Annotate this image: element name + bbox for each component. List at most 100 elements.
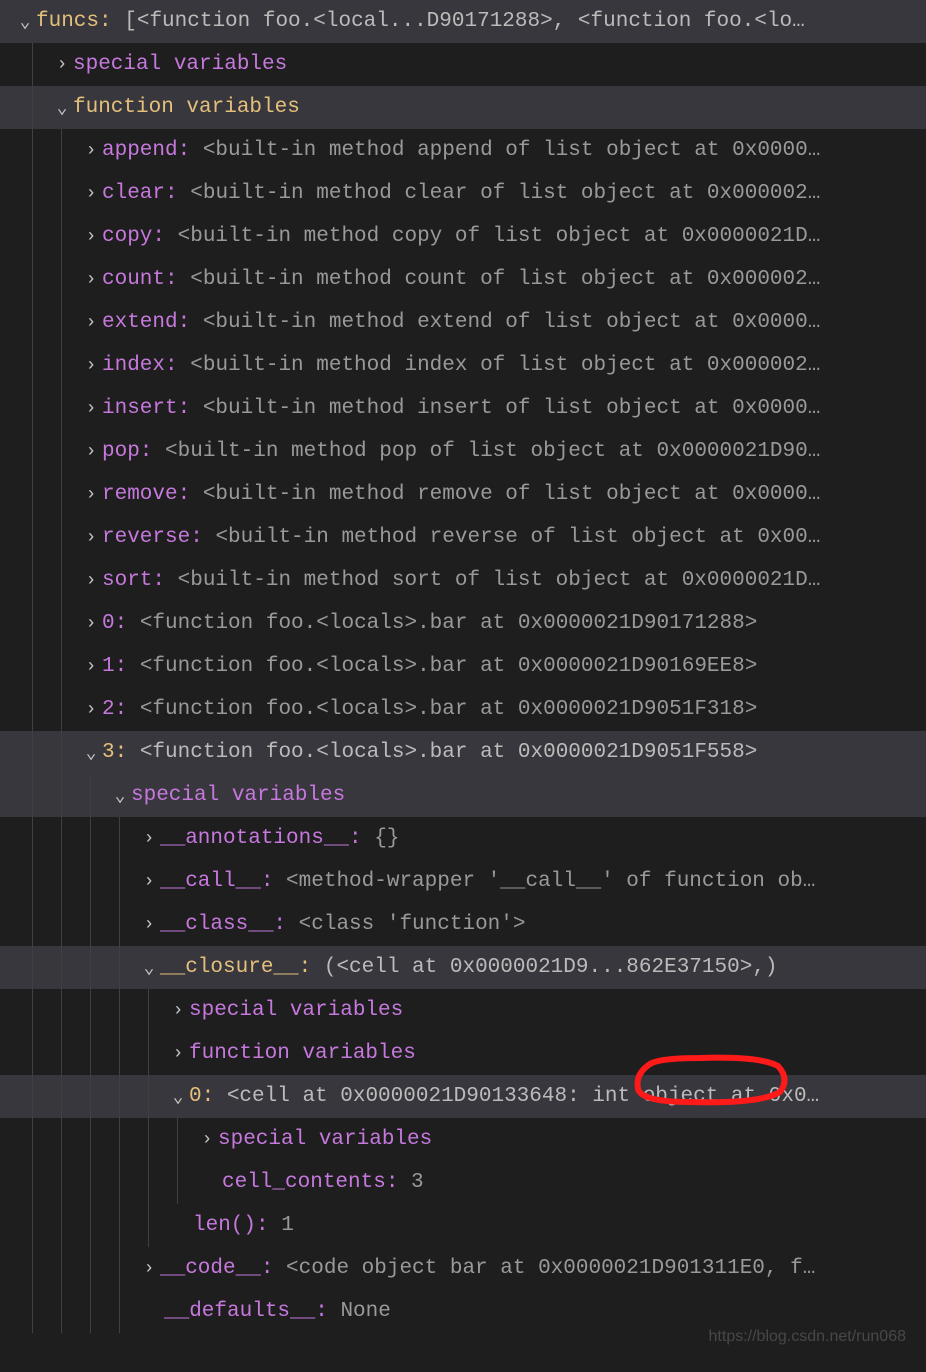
var-key: 0:	[189, 1085, 214, 1108]
var-key: extend:	[102, 311, 190, 334]
var-value: [<function foo.<local...D90171288>, <fun…	[124, 10, 805, 33]
var-method[interactable]: ›remove: <built-in method remove of list…	[0, 473, 926, 516]
chevron-right-icon: ›	[80, 227, 102, 247]
var-value: <built-in method clear of list object at…	[190, 182, 820, 205]
chevron-down-icon: ⌄	[80, 742, 102, 764]
var-cell-0[interactable]: ⌄ 0: <cell at 0x0000021D90133648: int ob…	[0, 1075, 926, 1118]
var-value: <function foo.<locals>.bar at 0x0000021D…	[140, 655, 758, 678]
var-value: <class 'function'>	[299, 913, 526, 936]
label: special variables	[73, 53, 287, 76]
var-key: __annotations__:	[160, 827, 362, 850]
chevron-down-icon: ⌄	[14, 11, 36, 33]
var-code[interactable]: › __code__: <code object bar at 0x000002…	[0, 1247, 926, 1290]
var-key: sort:	[102, 569, 165, 592]
node-special-variables[interactable]: › special variables	[0, 1118, 926, 1161]
chevron-right-icon: ›	[80, 141, 102, 161]
node-special-variables[interactable]: ⌄ special variables	[0, 774, 926, 817]
chevron-right-icon: ›	[138, 829, 160, 849]
var-method[interactable]: ›sort: <built-in method sort of list obj…	[0, 559, 926, 602]
var-method[interactable]: ›extend: <built-in method extend of list…	[0, 301, 926, 344]
chevron-right-icon: ›	[80, 442, 102, 462]
var-method[interactable]: ›clear: <built-in method clear of list o…	[0, 172, 926, 215]
chevron-right-icon: ›	[80, 528, 102, 548]
var-key: reverse:	[102, 526, 203, 549]
var-value: 3	[411, 1171, 424, 1194]
var-key: 3:	[102, 741, 127, 764]
var-value: <function foo.<locals>.bar at 0x0000021D…	[140, 741, 758, 764]
var-method[interactable]: ›copy: <built-in method copy of list obj…	[0, 215, 926, 258]
var-value: <built-in method index of list object at…	[190, 354, 820, 377]
var-key: cell_contents:	[222, 1171, 398, 1194]
var-value: {}	[374, 827, 399, 850]
var-call[interactable]: › __call__: <method-wrapper '__call__' o…	[0, 860, 926, 903]
var-value: <built-in method extend of list object a…	[203, 311, 821, 334]
var-item[interactable]: ›2: <function foo.<locals>.bar at 0x0000…	[0, 688, 926, 731]
var-value: <built-in method sort of list object at …	[178, 569, 821, 592]
var-key: __call__:	[160, 870, 273, 893]
node-function-variables[interactable]: ⌄ function variables	[0, 86, 926, 129]
var-key: __code__:	[160, 1257, 273, 1280]
chevron-down-icon: ⌄	[167, 1086, 189, 1108]
var-method[interactable]: ›count: <built-in method count of list o…	[0, 258, 926, 301]
var-key: insert:	[102, 397, 190, 420]
var-value: <function foo.<locals>.bar at 0x0000021D…	[140, 698, 758, 721]
var-method[interactable]: ›reverse: <built-in method reverse of li…	[0, 516, 926, 559]
var-key: pop:	[102, 440, 152, 463]
var-defaults[interactable]: __defaults__: None	[0, 1290, 926, 1333]
var-closure[interactable]: ⌄ __closure__: (<cell at 0x0000021D9...8…	[0, 946, 926, 989]
var-key: funcs:	[36, 10, 112, 33]
var-key: 0:	[102, 612, 127, 635]
chevron-down-icon: ⌄	[51, 97, 73, 119]
var-value: (<cell at 0x0000021D9...862E37150>,)	[324, 956, 778, 979]
var-key: __defaults__:	[164, 1300, 328, 1323]
var-key: len():	[193, 1214, 269, 1237]
var-funcs[interactable]: ⌄ funcs: [<function foo.<local...D901712…	[0, 0, 926, 43]
var-value: <built-in method remove of list object a…	[203, 483, 821, 506]
chevron-down-icon: ⌄	[109, 785, 131, 807]
chevron-right-icon: ›	[138, 872, 160, 892]
var-key: 1:	[102, 655, 127, 678]
var-value: <built-in method count of list object at…	[190, 268, 820, 291]
var-value: <built-in method append of list object a…	[203, 139, 821, 162]
chevron-right-icon: ›	[196, 1130, 218, 1150]
chevron-right-icon: ›	[80, 356, 102, 376]
label: function variables	[189, 1042, 416, 1065]
var-item[interactable]: ›0: <function foo.<locals>.bar at 0x0000…	[0, 602, 926, 645]
chevron-right-icon: ›	[80, 571, 102, 591]
chevron-right-icon: ›	[138, 1259, 160, 1279]
var-len[interactable]: len(): 1	[0, 1204, 926, 1247]
var-method[interactable]: ›append: <built-in method append of list…	[0, 129, 926, 172]
chevron-right-icon: ›	[80, 270, 102, 290]
var-value: <built-in method insert of list object a…	[203, 397, 821, 420]
chevron-right-icon: ›	[80, 614, 102, 634]
chevron-right-icon: ›	[138, 915, 160, 935]
var-method[interactable]: ›pop: <built-in method pop of list objec…	[0, 430, 926, 473]
var-key: index:	[102, 354, 178, 377]
chevron-down-icon: ⌄	[138, 957, 160, 979]
var-item[interactable]: ›1: <function foo.<locals>.bar at 0x0000…	[0, 645, 926, 688]
node-function-variables[interactable]: › function variables	[0, 1032, 926, 1075]
var-value: 1	[281, 1214, 294, 1237]
node-special-variables[interactable]: › special variables	[0, 989, 926, 1032]
chevron-right-icon: ›	[80, 184, 102, 204]
var-value: <method-wrapper '__call__' of function o…	[286, 870, 815, 893]
chevron-right-icon: ›	[80, 657, 102, 677]
var-annotations[interactable]: › __annotations__: {}	[0, 817, 926, 860]
var-key: remove:	[102, 483, 190, 506]
var-key: 2:	[102, 698, 127, 721]
var-cell-contents[interactable]: cell_contents: 3	[0, 1161, 926, 1204]
node-special-variables[interactable]: › special variables	[0, 43, 926, 86]
label: function variables	[73, 96, 300, 119]
var-method[interactable]: ›index: <built-in method index of list o…	[0, 344, 926, 387]
var-value: <function foo.<locals>.bar at 0x0000021D…	[140, 612, 758, 635]
var-class[interactable]: › __class__: <class 'function'>	[0, 903, 926, 946]
chevron-right-icon: ›	[51, 55, 73, 75]
chevron-right-icon: ›	[80, 700, 102, 720]
var-value: <built-in method reverse of list object …	[215, 526, 820, 549]
var-value: <cell at 0x0000021D90133648: int object …	[227, 1085, 819, 1108]
var-value: <code object bar at 0x0000021D901311E0, …	[286, 1257, 815, 1280]
var-key: append:	[102, 139, 190, 162]
var-item-3[interactable]: ⌄ 3: <function foo.<locals>.bar at 0x000…	[0, 731, 926, 774]
chevron-right-icon: ›	[80, 399, 102, 419]
var-method[interactable]: ›insert: <built-in method insert of list…	[0, 387, 926, 430]
